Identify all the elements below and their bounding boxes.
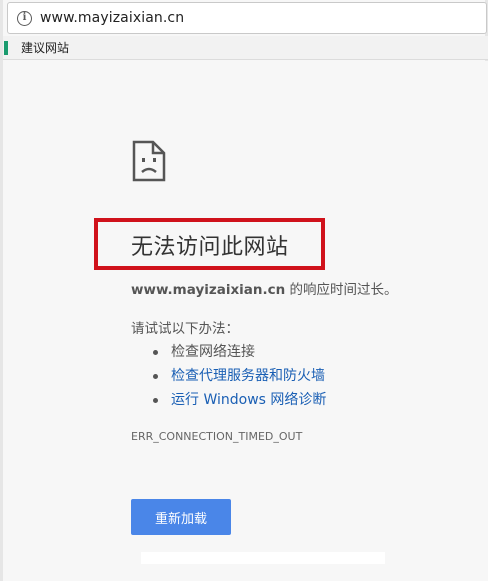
error-page: 无法访问此网站 www.mayizaixian.cn 的响应时间过长。 请试试以…	[3, 61, 488, 581]
suggestion-run-diagnostics-link[interactable]: 运行 Windows 网络诊断	[153, 388, 326, 412]
address-bar[interactable]: i www.mayizaixian.cn	[7, 2, 487, 34]
suggestion-list: 检查网络连接 检查代理服务器和防火墙 运行 Windows 网络诊断	[153, 340, 326, 412]
error-domain: www.mayizaixian.cn	[131, 282, 286, 298]
suggestion-check-proxy-link[interactable]: 检查代理服务器和防火墙	[153, 364, 326, 388]
try-label: 请试试以下办法：	[131, 321, 239, 337]
bookmarks-bar: 建议网站	[3, 36, 488, 60]
error-description-suffix: 的响应时间过长。	[285, 282, 398, 298]
bottom-strip	[141, 552, 385, 564]
suggestion-check-network: 检查网络连接	[153, 340, 326, 364]
bookmark-item-suggested-sites[interactable]: 建议网站	[21, 39, 69, 56]
error-description: www.mayizaixian.cn 的响应时间过长。	[131, 278, 398, 298]
url-text[interactable]: www.mayizaixian.cn	[40, 10, 184, 26]
browser-window: i www.mayizaixian.cn 建议网站 无法访问此网站 www.ma…	[0, 0, 488, 581]
sad-document-icon	[132, 140, 166, 182]
bookmark-marker-icon	[4, 40, 8, 55]
error-code: ERR_CONNECTION_TIMED_OUT	[131, 430, 303, 443]
page-title: 无法访问此网站	[131, 235, 289, 260]
info-icon[interactable]: i	[17, 10, 32, 26]
reload-button[interactable]: 重新加载	[131, 499, 231, 535]
